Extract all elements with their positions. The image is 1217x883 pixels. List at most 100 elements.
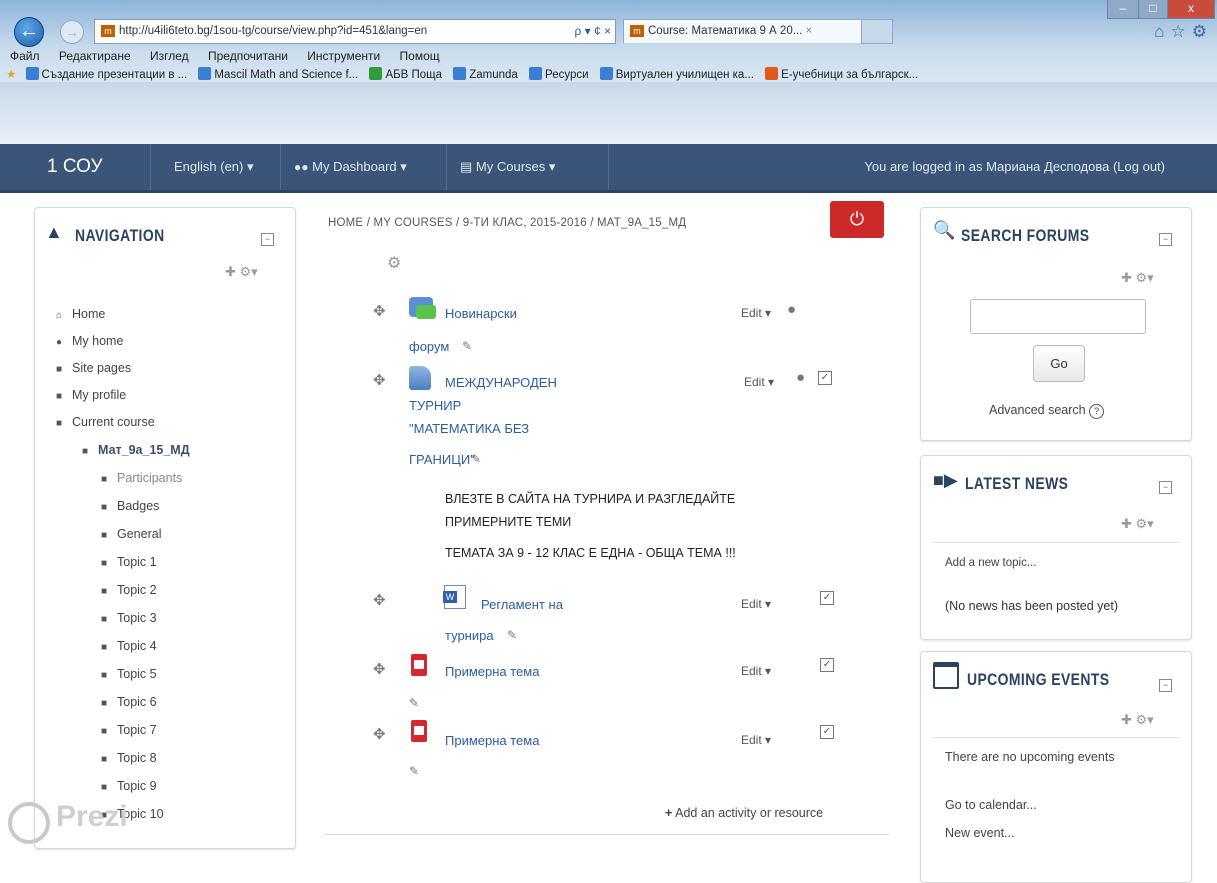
collapse-icon[interactable]: − [1159,679,1172,692]
breadcrumb[interactable]: HOME / MY COURSES / 9-ТИ КЛАС, 2015-2016… [328,217,686,229]
settings-gear-icon[interactable]: ⚙ [1192,22,1213,41]
groups-person-icon[interactable]: ● [787,301,796,318]
edit-menu[interactable]: Edit ▾ [744,375,774,389]
menu-favorites[interactable]: Предпочитани [208,49,288,63]
address-bar[interactable]: m http://u4ili6teto.bg/1sou-tg/course/vie… [94,19,616,44]
rules-link[interactable]: Регламент на [481,597,563,612]
menu-file[interactable]: Файл [10,49,40,63]
move-gear-icon[interactable]: ✚ ⚙▾ [1121,712,1154,728]
nav-item-topic[interactable]: ■ Topic 7 [101,723,157,737]
add-activity-link[interactable]: + Add an activity or resource [665,806,823,820]
edit-title-pencil-icon[interactable]: ✎ [409,696,419,710]
add-topic-link[interactable]: Add a new topic... [945,557,1036,569]
completion-checkbox[interactable]: ✓ [820,591,834,605]
power-button[interactable]: ⏻ [830,201,884,238]
forum-link-cont[interactable]: форум [409,339,449,354]
nav-item-general[interactable]: ■ General [101,527,161,541]
tournament-link[interactable]: МЕЖДУНАРОДЕН [445,375,557,390]
tab-close-icon[interactable]: × [806,25,813,37]
move-icon[interactable]: ✥ [373,660,386,678]
move-icon[interactable]: ✥ [373,371,386,389]
label-text: ВЛЕЗТЕ В САЙТА НА ТУРНИРА И РАЗГЛЕДАЙТЕ [445,492,736,506]
edit-menu[interactable]: Edit ▾ [741,664,771,678]
my-courses-menu[interactable]: ▤ My Courses ▾ [460,144,555,190]
menu-edit[interactable]: Редактиране [59,49,131,63]
completion-checkbox[interactable]: ✓ [818,371,832,385]
maximize-icon[interactable]: □ [1138,0,1168,19]
nav-item-topic[interactable]: ■ Topic 1 [101,555,157,569]
close-window-icon[interactable]: x [1167,0,1215,19]
edit-menu[interactable]: Edit ▾ [741,306,771,320]
nav-item-badges[interactable]: ■ Badges [101,499,159,513]
browser-tab[interactable]: m Course: Математика 9 А 20... × [623,19,862,43]
collapse-icon[interactable]: − [1159,481,1172,494]
nav-item-topic[interactable]: ■ Topic 8 [101,751,157,765]
favorites-star-icon[interactable]: ★ [6,69,16,81]
nav-item-my-profile[interactable]: ■ My profile [56,388,126,402]
nav-item-topic[interactable]: ■ Topic 3 [101,611,157,625]
tournament-link-cont[interactable]: ТУРНИР [409,398,461,413]
edit-menu[interactable]: Edit ▾ [741,733,771,747]
nav-item-participants[interactable]: ■ Participants [101,471,182,485]
menu-help[interactable]: Помощ [400,49,440,63]
language-menu[interactable]: English (en) ▾ [174,144,254,190]
menu-tools[interactable]: Инструменти [307,49,380,63]
move-gear-icon[interactable]: ✚ ⚙▾ [1121,270,1154,286]
new-tab-button[interactable] [861,19,893,44]
edit-title-pencil-icon[interactable]: ✎ [471,452,481,466]
completion-checkbox[interactable]: ✓ [820,658,834,672]
tournament-link-cont[interactable]: ГРАНИЦИ" [409,452,475,467]
move-icon[interactable]: ✥ [373,591,386,609]
groups-person-icon[interactable]: ● [796,369,805,386]
minimize-icon[interactable]: – [1107,0,1139,19]
nav-item-topic[interactable]: ■ Topic 4 [101,639,157,653]
move-icon[interactable]: ✥ [373,725,386,743]
site-name-link[interactable]: 1 СОУ [47,144,103,190]
move-icon[interactable]: ✥ [373,302,386,320]
latest-news-title: LATEST NEWS [965,474,1069,493]
forum-search-input[interactable] [970,299,1146,334]
nav-item-topic[interactable]: ■ Topic 5 [101,667,157,681]
collapse-icon[interactable]: − [261,233,274,246]
rules-link-cont[interactable]: турнира [445,628,494,643]
nav-item-home[interactable]: ⌂ Home [56,307,105,321]
login-info[interactable]: You are logged in as Мариана Десподова (… [864,144,1165,190]
back-button[interactable]: ← [14,17,44,47]
edit-title-pencil-icon[interactable]: ✎ [462,339,472,353]
advanced-search-link[interactable]: Advanced search ? [989,403,1105,419]
nav-item-current-course[interactable]: ■ Current course [56,415,155,429]
nav-item-topic[interactable]: ■ Topic 9 [101,779,157,793]
collapse-icon[interactable]: − [1159,233,1172,246]
menu-view[interactable]: Изглед [150,49,189,63]
nav-item-my-home[interactable]: ● My home [56,334,123,348]
nav-item-topic[interactable]: ■ Topic 6 [101,695,157,709]
go-button[interactable]: Go [1033,345,1085,382]
nav-item-topic[interactable]: ■ Topic 2 [101,583,157,597]
edit-title-pencil-icon[interactable]: ✎ [409,764,419,778]
nav-item-site-pages[interactable]: ■ Site pages [56,361,131,375]
address-tools[interactable]: ρ ▾ ¢ × [570,20,615,43]
sample-topic-link[interactable]: Примерна тема [445,664,539,679]
folder-icon: ■ [101,530,108,541]
completion-checkbox[interactable]: ✓ [820,725,834,739]
move-gear-icon[interactable]: ✚ ⚙▾ [225,264,258,280]
pdf-icon [411,654,427,676]
nav-item-course[interactable]: ■ Мат_9а_15_МД [82,443,190,457]
move-gear-icon[interactable]: ✚ ⚙▾ [1121,516,1154,532]
folder-icon: ■ [56,391,63,402]
forum-link[interactable]: Новинарски [445,306,517,321]
forward-button[interactable]: → [60,20,84,44]
section-gear-icon[interactable]: ⚙ [387,253,401,273]
tournament-link-cont[interactable]: "МАТЕМАТИКА БЕЗ [409,421,529,436]
edit-title-pencil-icon[interactable]: ✎ [507,628,517,642]
sample-topic-link[interactable]: Примерна тема [445,733,539,748]
home-browser-icon[interactable]: ⌂ [1154,22,1170,41]
favorites-star-icon[interactable]: ☆ [1171,22,1192,41]
go-to-calendar-link[interactable]: Go to calendar... [945,798,1037,812]
label-text: ТЕМАТА ЗА 9 - 12 КЛАС Е ЕДНА - ОБЩА ТЕМА… [445,546,736,560]
navigation-title: NAVIGATION [75,226,165,245]
help-icon[interactable]: ? [1089,404,1105,419]
dashboard-menu[interactable]: ●● My Dashboard ▾ [294,144,407,190]
edit-menu[interactable]: Edit ▾ [741,597,771,611]
new-event-link[interactable]: New event... [945,826,1014,840]
